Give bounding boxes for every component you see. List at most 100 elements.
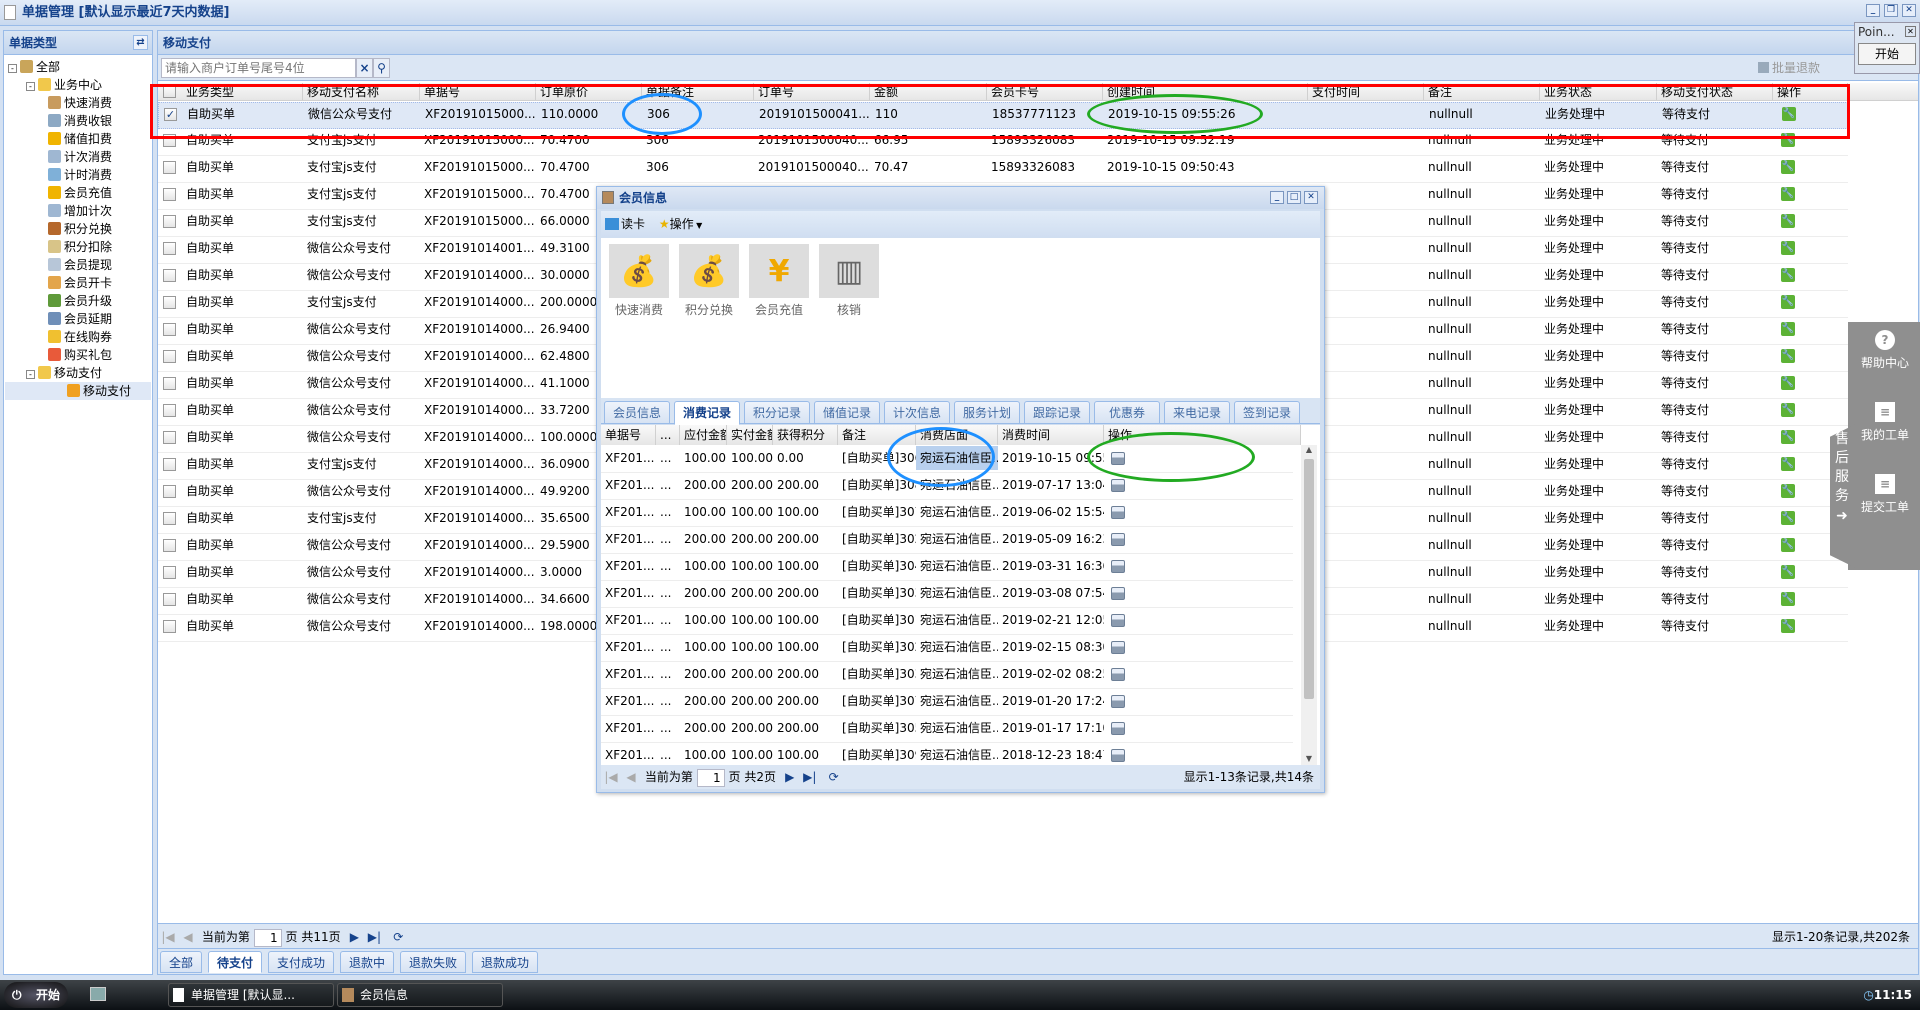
search-icon[interactable]: ⚲: [373, 58, 390, 78]
dialog-titlebar[interactable]: 会员信息 _ □ ✕: [597, 187, 1324, 209]
first-page-icon[interactable]: |◀: [604, 765, 618, 789]
row-checkbox[interactable]: [163, 485, 176, 498]
printer-icon[interactable]: [1111, 722, 1125, 735]
printer-icon[interactable]: [1111, 695, 1125, 708]
help-item[interactable]: ≡ 我的工单: [1850, 402, 1920, 443]
tree-item[interactable]: - 移动支付: [26, 364, 102, 382]
tree-item[interactable]: 在线购券: [48, 328, 112, 346]
wrench-icon[interactable]: 🔧: [1781, 268, 1795, 282]
wrench-icon[interactable]: 🔧: [1781, 538, 1795, 552]
column-header[interactable]: 操作: [1104, 425, 1301, 445]
column-header[interactable]: ...: [656, 425, 680, 445]
help-item[interactable]: ? 帮助中心: [1850, 330, 1920, 371]
table-row[interactable]: XF201...... 200.00 200.00 200.00 [自助买单]307 宛运…: [601, 689, 1293, 716]
dialog-minimize-button[interactable]: _: [1270, 191, 1284, 204]
wrench-icon[interactable]: 🔧: [1782, 107, 1796, 121]
page-input[interactable]: 1: [696, 768, 725, 787]
row-checkbox[interactable]: [163, 512, 176, 525]
restore-button[interactable]: ❐: [1884, 4, 1898, 17]
row-checkbox[interactable]: [163, 593, 176, 606]
wrench-icon[interactable]: 🔧: [1781, 430, 1795, 444]
column-header[interactable]: 支付时间: [1308, 83, 1424, 101]
tree-item[interactable]: 购买礼包: [48, 346, 112, 364]
tree-item[interactable]: 会员延期: [48, 310, 112, 328]
tree-item[interactable]: 会员开卡: [48, 274, 112, 292]
first-page-icon[interactable]: |◀: [161, 924, 175, 950]
row-checkbox[interactable]: [163, 539, 176, 552]
wrench-icon[interactable]: 🔧: [1781, 214, 1795, 228]
wrench-icon[interactable]: 🔧: [1781, 619, 1795, 633]
column-header[interactable]: 订单号: [754, 83, 870, 101]
row-checkbox[interactable]: [163, 566, 176, 579]
last-page-icon[interactable]: ▶|: [367, 924, 381, 950]
wrench-icon[interactable]: 🔧: [1781, 592, 1795, 606]
column-header[interactable]: 备注: [838, 425, 916, 445]
scrollbar[interactable]: ▲ ▼: [1301, 445, 1317, 765]
tree-item[interactable]: 消费收银: [48, 112, 112, 130]
dialog-tab[interactable]: 签到记录: [1234, 401, 1300, 424]
dialog-tab[interactable]: 优惠券: [1094, 401, 1160, 424]
collapse-toggle-icon[interactable]: -: [8, 64, 17, 73]
start-button[interactable]: 开始: [1858, 43, 1916, 65]
row-checkbox[interactable]: [163, 323, 176, 336]
taskbar-item-bill-management[interactable]: 单据管理 [默认显...: [168, 983, 334, 1007]
next-page-icon[interactable]: ▶: [347, 924, 361, 950]
tree-item[interactable]: 会员升级: [48, 292, 112, 310]
tree-item[interactable]: 储值扣费: [48, 130, 112, 148]
row-checkbox[interactable]: [163, 215, 176, 228]
row-checkbox[interactable]: ✓: [164, 108, 177, 121]
show-desktop-icon[interactable]: [90, 987, 106, 1001]
column-header[interactable]: 单据号: [420, 83, 536, 101]
row-checkbox[interactable]: [163, 377, 176, 390]
row-checkbox[interactable]: [163, 269, 176, 282]
row-checkbox[interactable]: [163, 350, 176, 363]
column-header[interactable]: 会员卡号: [987, 83, 1103, 101]
table-row[interactable]: XF201...... 200.00 200.00 200.00 [自助买单]302 宛运…: [601, 527, 1293, 554]
dialog-maximize-button[interactable]: □: [1287, 191, 1301, 204]
table-row[interactable]: XF201...... 100.00 100.00 100.00 [自助买单]301 宛运…: [601, 608, 1293, 635]
dialog-tab[interactable]: 服务计划: [954, 401, 1020, 424]
status-tab[interactable]: 退款失败: [400, 951, 467, 973]
printer-icon[interactable]: [1111, 533, 1125, 546]
wrench-icon[interactable]: 🔧: [1781, 565, 1795, 579]
wrench-icon[interactable]: 🔧: [1781, 457, 1795, 471]
column-header[interactable]: 单据备注: [642, 83, 754, 101]
refresh-tree-button[interactable]: ⇄: [133, 35, 148, 50]
tree-item[interactable]: 会员提现: [48, 256, 112, 274]
tree-item[interactable]: - 业务中心: [26, 76, 102, 94]
printer-icon[interactable]: [1111, 587, 1125, 600]
dialog-close-button[interactable]: ✕: [1304, 191, 1318, 204]
select-all-checkbox[interactable]: [163, 85, 176, 98]
tree-item[interactable]: 积分扣除: [48, 238, 112, 256]
table-row[interactable]: XF201...... 200.00 200.00 200.00 [自助买单]303 宛运…: [601, 662, 1293, 689]
wrench-icon[interactable]: 🔧: [1781, 160, 1795, 174]
table-row[interactable]: XF201...... 100.00 100.00 100.00 [自助买单]304 宛运…: [601, 554, 1293, 581]
wrench-icon[interactable]: 🔧: [1781, 403, 1795, 417]
row-checkbox[interactable]: [163, 242, 176, 255]
column-header[interactable]: 移动支付名称: [303, 83, 420, 101]
dialog-tab[interactable]: 来电记录: [1164, 401, 1230, 424]
column-header[interactable]: 备注: [1424, 83, 1540, 101]
table-row[interactable]: XF201...... 100.00 100.00 100.00 [自助买单]309 宛运…: [601, 743, 1293, 765]
next-page-icon[interactable]: ▶: [783, 765, 797, 789]
column-header[interactable]: 获得积分: [773, 425, 838, 445]
status-tab[interactable]: 全部: [160, 951, 203, 973]
close-button[interactable]: ✕: [1902, 4, 1916, 17]
taskbar-item-member-info[interactable]: 会员信息: [337, 983, 503, 1007]
arrow-right-circle-icon[interactable]: ➜: [1834, 508, 1850, 524]
point-popup-close[interactable]: ✕: [1905, 26, 1916, 37]
column-header[interactable]: 业务状态: [1540, 83, 1657, 101]
collapse-toggle-icon[interactable]: -: [26, 370, 35, 379]
wrench-icon[interactable]: 🔧: [1781, 133, 1795, 147]
table-row[interactable]: XF201...... 200.00 200.00 200.00 [自助买单]303 宛运…: [601, 581, 1293, 608]
table-row[interactable]: 自助买单 支付宝js支付 XF20191015000... 70.4700 306 201…: [158, 129, 1848, 156]
minimize-button[interactable]: _: [1866, 4, 1880, 17]
tree-item[interactable]: 会员充值: [48, 184, 112, 202]
column-header[interactable]: 金额: [870, 83, 987, 101]
page-input[interactable]: 1: [253, 928, 282, 947]
column-header[interactable]: 消费店面: [916, 425, 998, 445]
wrench-icon[interactable]: 🔧: [1781, 187, 1795, 201]
row-checkbox[interactable]: [163, 431, 176, 444]
refresh-icon[interactable]: ⟳: [827, 765, 841, 789]
table-row[interactable]: 自助买单 支付宝js支付 XF20191015000... 70.4700 306 201…: [158, 156, 1848, 183]
